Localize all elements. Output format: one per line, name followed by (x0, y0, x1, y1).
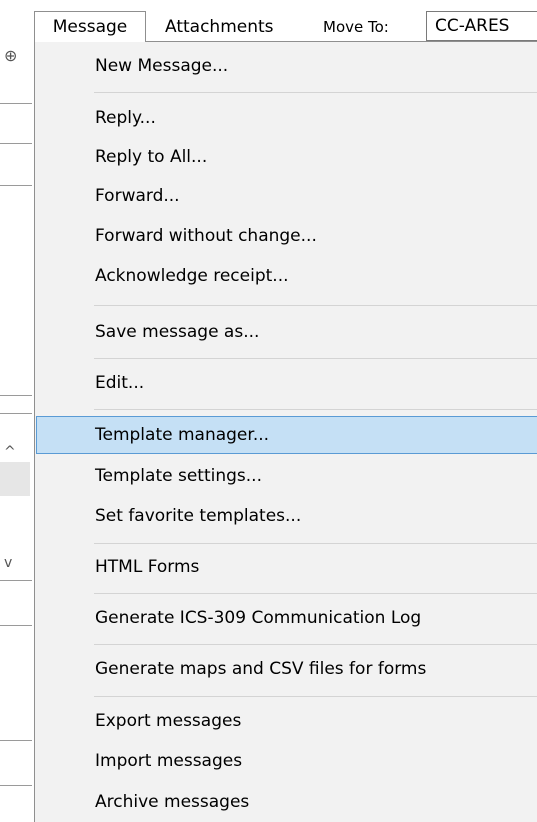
message-dropdown-menu: New Message... Reply... Reply to All... … (34, 41, 537, 822)
menu-item-reply[interactable]: Reply... (36, 100, 537, 138)
menu-separator (94, 593, 537, 594)
menu-bar: Message Attachments Move To: CC-ARES (0, 0, 537, 42)
menu-separator (94, 305, 537, 306)
menu-item-import-messages[interactable]: Import messages (36, 743, 537, 781)
move-to-folder-select[interactable]: CC-ARES (426, 11, 537, 41)
menu-item-generate-ics-309[interactable]: Generate ICS-309 Communication Log (36, 600, 537, 638)
menu-item-new-message[interactable]: New Message... (36, 48, 537, 86)
background-window: ⁝ ⊕ ^ v (0, 0, 34, 822)
menu-item-set-favorite-templates[interactable]: Set favorite templates... (36, 498, 537, 536)
menu-item-acknowledge-receipt[interactable]: Acknowledge receipt... (36, 258, 537, 296)
menu-item-generate-maps-csv[interactable]: Generate maps and CSV files for forms (36, 651, 537, 689)
move-to-label: Move To: (323, 18, 389, 36)
divider (0, 740, 32, 741)
divider (0, 580, 32, 581)
divider (0, 413, 32, 414)
scroll-up-icon[interactable]: ^ (4, 445, 16, 459)
menu-separator (94, 696, 537, 697)
divider (0, 103, 32, 104)
scroll-down-icon[interactable]: v (4, 556, 12, 570)
menu-item-save-message-as[interactable]: Save message as... (36, 314, 537, 352)
screen: ⁝ ⊕ ^ v Message Attachments Move To: CC-… (0, 0, 537, 822)
menu-attachments[interactable]: Attachments (165, 12, 274, 42)
scrollbar-thumb[interactable] (0, 462, 30, 496)
menu-message[interactable]: Message (34, 11, 146, 42)
globe-icon[interactable]: ⊕ (4, 48, 17, 64)
divider (0, 185, 32, 186)
divider (0, 143, 32, 144)
menu-separator (94, 543, 537, 544)
menu-item-html-forms[interactable]: HTML Forms (36, 549, 537, 587)
divider (0, 625, 32, 626)
menu-separator (94, 644, 537, 645)
menu-item-edit[interactable]: Edit... (36, 365, 537, 403)
divider (0, 395, 32, 396)
menu-separator (94, 92, 537, 93)
menu-item-template-settings[interactable]: Template settings... (36, 458, 537, 496)
menu-item-template-manager[interactable]: Template manager... (36, 416, 537, 454)
menu-item-export-messages[interactable]: Export messages (36, 703, 537, 741)
menu-item-forward[interactable]: Forward... (36, 178, 537, 216)
menu-separator (94, 358, 537, 359)
menu-item-reply-to-all[interactable]: Reply to All... (36, 139, 537, 177)
menu-item-forward-without-change[interactable]: Forward without change... (36, 218, 537, 256)
menu-separator (94, 409, 537, 410)
divider (0, 785, 32, 786)
menu-item-archive-messages[interactable]: Archive messages (36, 784, 537, 822)
